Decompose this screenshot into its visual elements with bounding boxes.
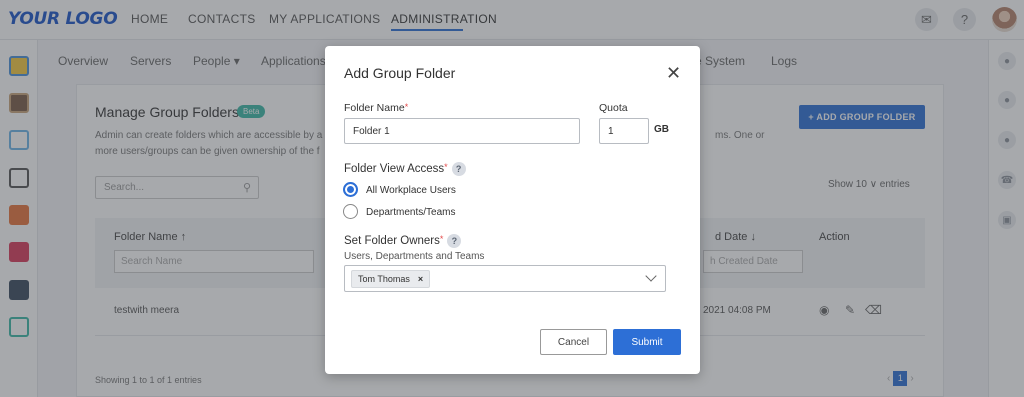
- dialog-title: Add Group Folder: [344, 65, 456, 81]
- cancel-button[interactable]: Cancel: [540, 329, 607, 355]
- owners-label-text: Set Folder Owners: [344, 235, 440, 248]
- required-mark: *: [439, 234, 444, 244]
- help-icon[interactable]: ?: [447, 234, 462, 248]
- view-access-label-text: Folder View Access: [344, 163, 445, 176]
- radio-all-workplace-users[interactable]: [343, 182, 358, 197]
- quota-label: Quota: [599, 102, 628, 114]
- submit-button[interactable]: Submit: [613, 329, 681, 355]
- chevron-down-icon[interactable]: [645, 270, 657, 282]
- folder-name-input[interactable]: [344, 118, 580, 144]
- required-mark: *: [404, 102, 409, 112]
- quota-unit: GB: [654, 124, 669, 135]
- view-access-label: Folder View Access*?: [344, 162, 466, 176]
- option-all-workplace-users-label[interactable]: All Workplace Users: [366, 185, 456, 196]
- required-mark: *: [444, 162, 448, 172]
- help-icon[interactable]: ?: [451, 162, 466, 176]
- add-group-folder-dialog: Add Group Folder ✕ Folder Name* Quota GB…: [325, 46, 700, 374]
- radio-departments-teams[interactable]: [343, 204, 358, 219]
- owner-tag-label: Tom Thomas: [358, 274, 410, 284]
- folder-name-label-text: Folder Name: [344, 102, 405, 114]
- remove-tag-icon[interactable]: ×: [418, 274, 423, 284]
- owner-tag: Tom Thomas ×: [351, 270, 431, 288]
- option-departments-teams-label[interactable]: Departments/Teams: [366, 207, 455, 218]
- owners-sublabel: Users, Departments and Teams: [344, 251, 485, 262]
- owners-label: Set Folder Owners*?: [344, 234, 462, 248]
- owners-select[interactable]: Tom Thomas ×: [344, 265, 666, 292]
- folder-name-label: Folder Name*: [344, 102, 408, 114]
- close-icon[interactable]: ✕: [666, 64, 681, 82]
- quota-input[interactable]: [599, 118, 649, 144]
